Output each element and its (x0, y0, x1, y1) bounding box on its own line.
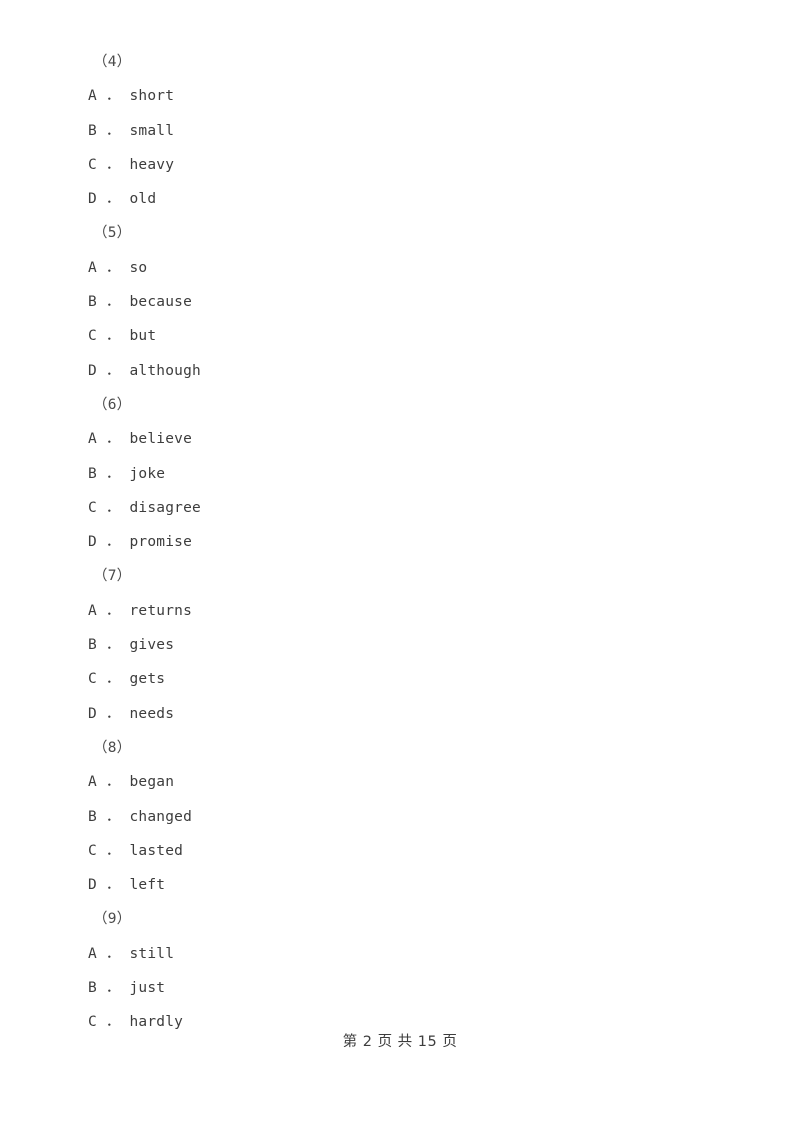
page-number-indicator: 第 2 页 共 15 页 (342, 1034, 458, 1050)
answer-option[interactable]: B ． because (88, 285, 708, 319)
answer-option[interactable]: C ． disagree (88, 491, 708, 525)
question-number: （4） (93, 54, 132, 70)
answer-option[interactable]: C ． lasted (88, 834, 708, 868)
answer-option[interactable]: C ． gets (88, 662, 708, 696)
question-number: （8） (93, 739, 132, 756)
answer-option[interactable]: B ． joke (88, 457, 708, 491)
answer-option[interactable]: D ． left (88, 868, 708, 902)
answer-option[interactable]: D ． old (88, 182, 708, 216)
question-number: （6） (93, 396, 132, 413)
answer-option[interactable]: D ． although (88, 354, 708, 388)
answer-option[interactable]: A ． returns (88, 594, 708, 628)
answer-option[interactable]: C ． heavy (88, 148, 708, 182)
answer-option[interactable]: B ． small (88, 114, 708, 148)
answer-option[interactable]: C ． but (88, 319, 708, 353)
question-number: （7） (93, 568, 132, 585)
answer-option[interactable]: A ． began (88, 765, 708, 799)
question-number: （9） (93, 911, 132, 928)
answer-option[interactable]: B ． changed (88, 800, 708, 834)
question-list: （4） A ． short B ． small C ． heavy D ． old （5）… (88, 45, 708, 1040)
page-footer: 第 2 页 共 15 页 (0, 1031, 800, 1052)
answer-option[interactable]: D ． needs (88, 697, 708, 731)
answer-option[interactable]: A ． short (88, 79, 708, 113)
answer-option[interactable]: A ． believe (88, 422, 708, 456)
answer-option[interactable]: A ． still (88, 937, 708, 971)
answer-option[interactable]: B ． just (88, 971, 708, 1005)
document-page: （4） A ． short B ． small C ． heavy D ． old （5）… (0, 0, 800, 1132)
answer-option[interactable]: A ． so (88, 251, 708, 285)
answer-option[interactable]: B ． gives (88, 628, 708, 662)
answer-option[interactable]: D ． promise (88, 525, 708, 559)
question-number: （5） (93, 225, 132, 242)
